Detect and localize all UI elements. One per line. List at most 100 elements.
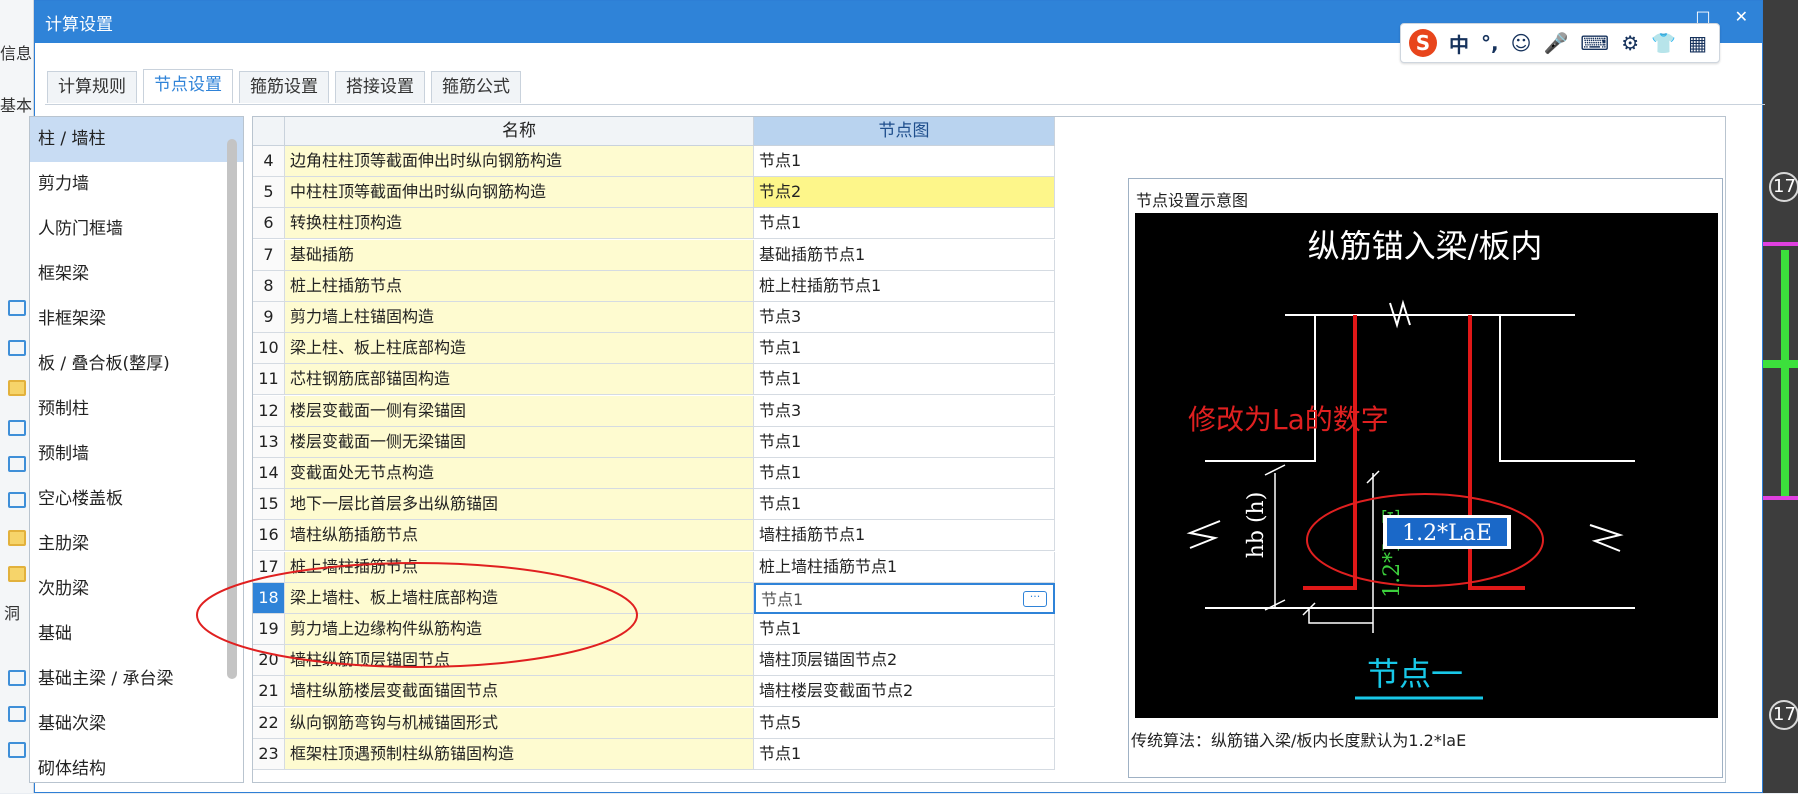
row-node-cell[interactable]: 桩上柱插筋节点1: [754, 270, 1055, 302]
ime-keyboard-icon[interactable]: ⌨: [1580, 31, 1609, 55]
ime-mic-icon[interactable]: 🎤: [1543, 31, 1568, 55]
category-item[interactable]: 非框架梁: [30, 297, 243, 342]
table-row[interactable]: 22 纵向钢筋弯钩与机械锚固形式 节点5: [253, 707, 1055, 739]
row-name[interactable]: 纵向钢筋弯钩与机械锚固形式: [285, 707, 754, 739]
close-button[interactable]: ✕: [1735, 7, 1748, 26]
bg-tool-icon[interactable]: [8, 340, 26, 356]
bg-tool-icon[interactable]: [8, 742, 26, 758]
table-row[interactable]: 4 边角柱柱顶等截面伸出时纵向钢筋构造 节点1: [253, 146, 1055, 177]
row-node-cell[interactable]: 节点1: [754, 333, 1055, 365]
category-item[interactable]: 砌体结构: [30, 747, 243, 782]
row-name[interactable]: 楼层变截面一侧无梁锚固: [285, 426, 754, 458]
ime-logo-icon[interactable]: S: [1409, 29, 1437, 57]
row-name[interactable]: 变截面处无节点构造: [285, 458, 754, 489]
category-item[interactable]: 框架梁: [30, 252, 243, 297]
row-node-cell[interactable]: 节点1: [754, 364, 1055, 396]
tab-stirrup-settings[interactable]: 箍筋设置: [239, 71, 329, 103]
row-name[interactable]: 梁上墙柱、板上墙柱底部构造: [285, 582, 754, 614]
table-row[interactable]: 7 基础插筋 基础插筋节点1: [253, 239, 1055, 271]
table-row[interactable]: 18 梁上墙柱、板上墙柱底部构造 节点1 ···: [253, 582, 1055, 614]
row-name[interactable]: 剪力墙上边缘构件纵筋构造: [285, 614, 754, 645]
row-name[interactable]: 墙柱纵筋插筋节点: [285, 520, 754, 552]
table-row[interactable]: 15 地下一层比首层多出纵筋锚固 节点1: [253, 489, 1055, 521]
row-node-cell[interactable]: 节点1: [754, 146, 1055, 177]
table-row[interactable]: 10 梁上柱、板上柱底部构造 节点1: [253, 333, 1055, 365]
row-name[interactable]: 框架柱顶遇预制柱纵筋锚固构造: [285, 738, 754, 770]
row-name[interactable]: 桩上墙柱插筋节点: [285, 551, 754, 583]
bg-tool-icon[interactable]: [8, 456, 26, 472]
header-name[interactable]: 名称: [285, 117, 754, 146]
tab-stirrup-formula[interactable]: 箍筋公式: [431, 71, 521, 103]
row-node-cell[interactable]: 节点2: [754, 177, 1055, 209]
row-name[interactable]: 墙柱纵筋顶层锚固节点: [285, 645, 754, 677]
row-node-cell[interactable]: 节点1: [754, 208, 1055, 240]
row-name[interactable]: 基础插筋: [285, 239, 754, 271]
row-name[interactable]: 墙柱纵筋楼层变截面锚固节点: [285, 676, 754, 708]
row-node-cell[interactable]: 节点5: [754, 707, 1055, 739]
table-row[interactable]: 16 墙柱纵筋插筋节点 墙柱插筋节点1: [253, 520, 1055, 552]
table-row[interactable]: 23 框架柱顶遇预制柱纵筋锚固构造 节点1: [253, 738, 1055, 770]
category-item[interactable]: 柱 / 墙柱: [30, 117, 243, 162]
ime-punct-icon[interactable]: °,: [1481, 31, 1499, 55]
ime-menu-icon[interactable]: ▦: [1688, 31, 1707, 55]
row-node-cell[interactable]: 节点1: [754, 614, 1055, 645]
table-row[interactable]: 9 剪力墙上柱锚固构造 节点3: [253, 302, 1055, 333]
table-row[interactable]: 6 转换柱柱顶构造 节点1: [253, 208, 1055, 240]
category-item[interactable]: 板 / 叠合板(整厚): [30, 342, 243, 387]
category-item[interactable]: 剪力墙: [30, 162, 243, 207]
tab-lap-settings[interactable]: 搭接设置: [335, 71, 425, 103]
category-item[interactable]: 基础次梁: [30, 702, 243, 747]
row-name[interactable]: 梁上柱、板上柱底部构造: [285, 333, 754, 365]
row-node-cell[interactable]: 桩上墙柱插筋节点1: [754, 551, 1055, 583]
bg-tool-icon[interactable]: [8, 566, 26, 582]
table-row[interactable]: 11 芯柱钢筋底部锚固构造 节点1: [253, 364, 1055, 396]
row-node-cell[interactable]: 基础插筋节点1: [754, 239, 1055, 271]
anchor-value-text[interactable]: 1.2*LaE: [1402, 521, 1492, 546]
row-name[interactable]: 转换柱柱顶构造: [285, 208, 754, 240]
row-name[interactable]: 桩上柱插筋节点: [285, 270, 754, 302]
row-node-cell[interactable]: 节点1: [754, 458, 1055, 489]
category-item[interactable]: 预制墙: [30, 432, 243, 477]
row-node-cell[interactable]: 节点3: [754, 395, 1055, 427]
ime-mode[interactable]: 中: [1449, 29, 1469, 58]
row-node-cell[interactable]: 墙柱顶层锚固节点2: [754, 645, 1055, 677]
category-item[interactable]: 预制柱: [30, 387, 243, 432]
category-item[interactable]: 主肋梁: [30, 522, 243, 567]
row-node-cell[interactable]: 节点1: [754, 426, 1055, 458]
bg-tool-icon[interactable]: [8, 492, 26, 508]
category-item[interactable]: 次肋梁: [30, 567, 243, 612]
category-item[interactable]: 基础主梁 / 承台梁: [30, 657, 243, 702]
bg-tool-icon[interactable]: [8, 530, 26, 546]
ime-emoji-icon[interactable]: ☺: [1511, 31, 1532, 55]
row-node-cell[interactable]: 节点3: [754, 302, 1055, 333]
ime-toolbar[interactable]: S 中 °, ☺ 🎤 ⌨ ⚙ 👕 ▦: [1400, 23, 1720, 63]
row-name[interactable]: 地下一层比首层多出纵筋锚固: [285, 489, 754, 521]
table-row[interactable]: 20 墙柱纵筋顶层锚固节点 墙柱顶层锚固节点2: [253, 645, 1055, 677]
row-node-cell[interactable]: 墙柱楼层变截面节点2: [754, 676, 1055, 708]
category-item[interactable]: 空心楼盖板: [30, 477, 243, 522]
tab-node-settings[interactable]: 节点设置: [143, 69, 233, 103]
row-node-cell[interactable]: 节点1: [754, 738, 1055, 770]
row-node-cell[interactable]: 墙柱插筋节点1: [754, 520, 1055, 552]
category-item[interactable]: 人防门框墙: [30, 207, 243, 252]
table-row[interactable]: 14 变截面处无节点构造 节点1: [253, 458, 1055, 489]
category-scrollbar[interactable]: [227, 139, 237, 679]
bg-tool-icon[interactable]: [8, 670, 26, 686]
category-item[interactable]: 基础: [30, 612, 243, 657]
row-node-cell[interactable]: 节点1 ···: [754, 582, 1055, 614]
table-row[interactable]: 17 桩上墙柱插筋节点 桩上墙柱插筋节点1: [253, 551, 1055, 583]
row-name[interactable]: 剪力墙上柱锚固构造: [285, 302, 754, 333]
ime-skin-icon[interactable]: 👕: [1651, 31, 1676, 55]
header-node[interactable]: 节点图: [754, 117, 1055, 146]
node-picker-button[interactable]: ···: [1023, 590, 1047, 607]
row-name[interactable]: 边角柱柱顶等截面伸出时纵向钢筋构造: [285, 146, 754, 177]
bg-tool-icon[interactable]: [8, 300, 26, 316]
row-name[interactable]: 中柱柱顶等截面伸出时纵向钢筋构造: [285, 177, 754, 209]
row-name[interactable]: 芯柱钢筋底部锚固构造: [285, 364, 754, 396]
table-row[interactable]: 13 楼层变截面一侧无梁锚固 节点1: [253, 426, 1055, 458]
table-row[interactable]: 5 中柱柱顶等截面伸出时纵向钢筋构造 节点2: [253, 177, 1055, 209]
row-name[interactable]: 楼层变截面一侧有梁锚固: [285, 395, 754, 427]
table-row[interactable]: 12 楼层变截面一侧有梁锚固 节点3: [253, 395, 1055, 427]
ime-tools-icon[interactable]: ⚙: [1621, 31, 1639, 55]
table-row[interactable]: 21 墙柱纵筋楼层变截面锚固节点 墙柱楼层变截面节点2: [253, 676, 1055, 708]
